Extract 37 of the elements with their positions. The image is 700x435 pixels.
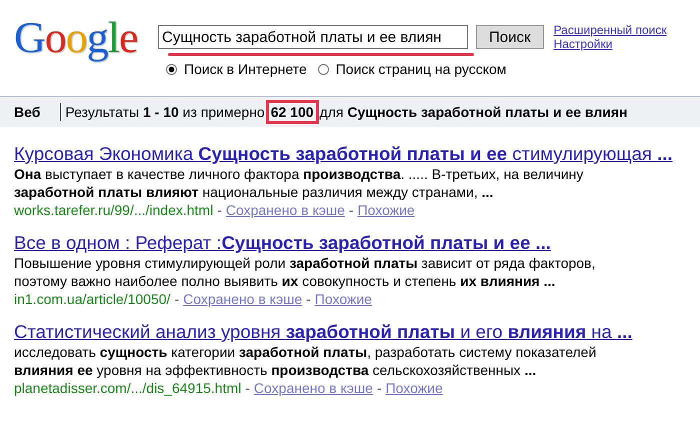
- radio-label: Поиск в Интернете: [184, 61, 307, 77]
- result-snippet: Она выступает в качестве личного фактора производства. ..... В-третьих, на величину: [14, 165, 584, 183]
- similar-link[interactable]: Похожие: [386, 379, 443, 397]
- radio-button[interactable]: [166, 64, 177, 74]
- result-count: 62 100: [268, 103, 316, 121]
- search-field[interactable]: Сущность заработной платы и ее влиян: [158, 25, 468, 49]
- radio-button[interactable]: [318, 64, 329, 74]
- cache-link[interactable]: Сохранено в кэше: [183, 290, 302, 308]
- separator-text: -: [348, 201, 354, 219]
- radio-label: Поиск страниц на русском: [336, 61, 506, 77]
- cache-link[interactable]: Сохранено в кэше: [226, 201, 345, 219]
- settings-link[interactable]: Расширенный поиск: [554, 23, 667, 37]
- result-snippet: Повышение уровня стимулирующей роли заработной платы зависит от ряда факторов,: [14, 254, 596, 272]
- cache-link[interactable]: Сохранено в кэше: [254, 379, 373, 397]
- result-snippet: заработной платы влияют национальные различия между странами, ...: [14, 183, 494, 201]
- separator-text: -: [306, 290, 311, 308]
- result-snippet: поэтому важно наиболее полно выявить их совокупность и степень их влияния ...: [14, 272, 556, 290]
- google-logo[interactable]: Google: [14, 16, 142, 60]
- web-tab[interactable]: Веб: [14, 104, 40, 120]
- separator-text: -: [174, 290, 180, 308]
- separator-text: -: [376, 379, 382, 397]
- result-title-link[interactable]: Курсовая Экономика Сущность заработной платы и ее стимулирующая ...: [14, 143, 673, 165]
- separator-text: -: [245, 379, 250, 397]
- result-url: works.tarefer.ru/99/.../index.html: [14, 201, 214, 219]
- similar-link[interactable]: Похожие: [314, 290, 372, 308]
- separator-text: -: [217, 201, 222, 219]
- result-url: planetadisser.com/.../dis_64915.html: [14, 379, 242, 397]
- result-url: in1.com.ua/article/10050/: [14, 290, 170, 308]
- result-snippet: исследовать сущность категории заработной платы, разработать систему показателей: [14, 343, 598, 361]
- similar-link[interactable]: Похожие: [358, 201, 415, 219]
- result-title-link[interactable]: Статистический анализ уровня заработной платы и его влияния на ...: [14, 321, 632, 343]
- query-text: для Сущность заработной платы и ее влиян: [320, 104, 628, 120]
- results-count-text: Результаты 1 - 10 из примерно: [65, 104, 265, 120]
- search-button[interactable]: Поиск: [476, 25, 544, 49]
- result-title-link[interactable]: Все в одном : Реферат :Сущность заработной платы и ее ...: [14, 232, 551, 254]
- result-snippet: влияния ее уровня на эффективность производства сельскохозяйственных ...: [14, 361, 538, 379]
- settings-link[interactable]: Настройки: [554, 37, 667, 51]
